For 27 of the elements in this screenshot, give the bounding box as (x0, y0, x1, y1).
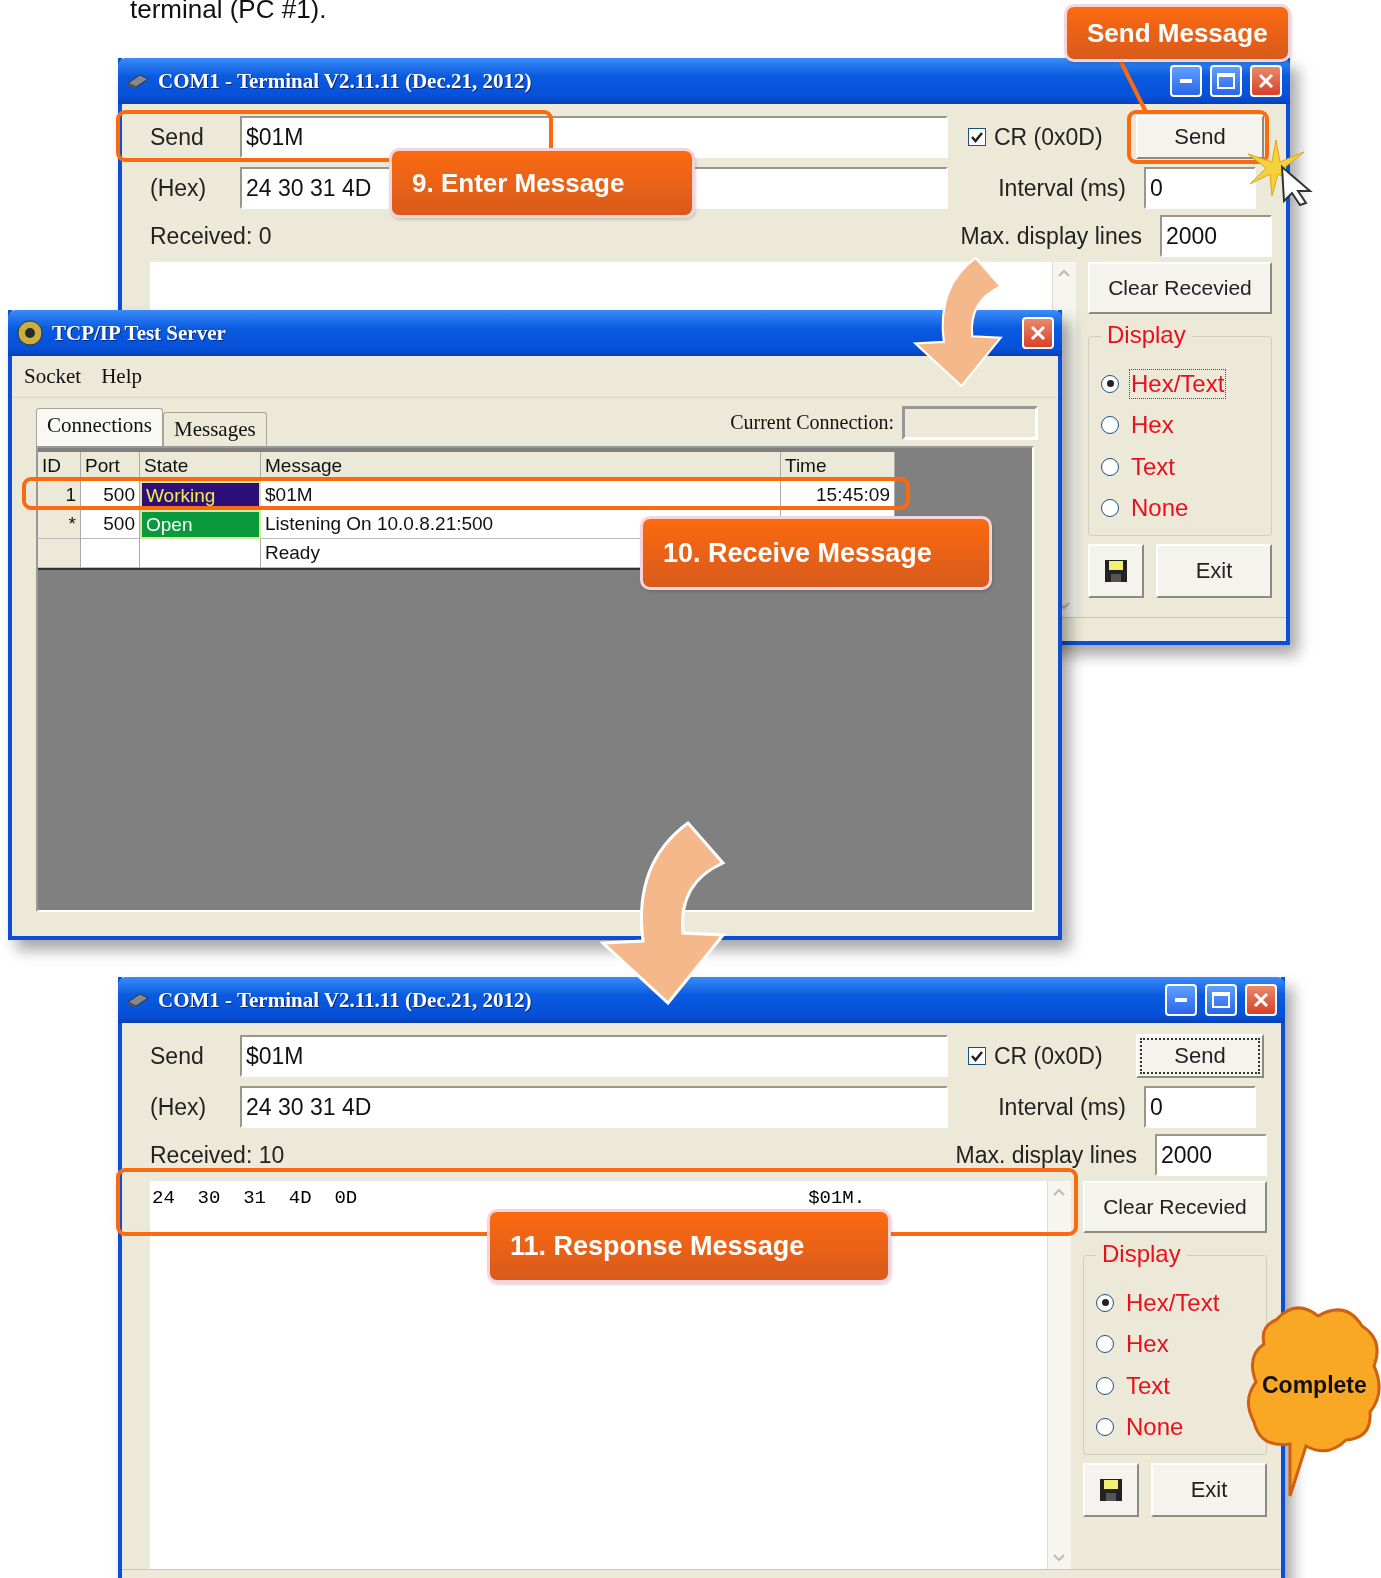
max-lines-label: Max. display lines (960, 222, 1142, 250)
interval-label: Interval (ms) (997, 1093, 1126, 1121)
caption-text: terminal (PC #1). (130, 0, 327, 22)
received-count: Received: 10 (150, 1141, 286, 1169)
step-tooltip: 9. Enter Message (389, 148, 695, 218)
complete-label: Complete (1262, 1372, 1367, 1399)
cr-label: CR (0x0D) (994, 1042, 1104, 1070)
received-hex: 24 30 31 4D 0D (152, 1187, 358, 1209)
table-cell: 500 (81, 510, 140, 539)
send-label: Send (150, 123, 205, 151)
step-tooltip: 10. Receive Message (640, 516, 992, 590)
received-text: $01M. (808, 1187, 866, 1209)
step-tooltip: Send Message (1064, 4, 1291, 62)
step-tooltip: 11. Response Message (487, 1209, 891, 1283)
hex-label: (Hex) (150, 1093, 208, 1121)
status-cell: Open (140, 510, 261, 539)
window-title: COM1 - Terminal V2.11.11 (Dec.21, 2012) (158, 987, 533, 1013)
hex-label: (Hex) (150, 174, 208, 202)
send-label: Send (150, 1042, 205, 1070)
table-cell: * (38, 510, 81, 539)
window-title: TCP/IP Test Server (52, 320, 227, 346)
received-count: Received: 0 (150, 222, 273, 250)
interval-label: Interval (ms) (997, 174, 1126, 202)
current-connection-label: Current Connection: (730, 411, 894, 434)
max-lines-label: Max. display lines (955, 1141, 1137, 1169)
window-title: COM1 - Terminal V2.11.11 (Dec.21, 2012) (158, 68, 533, 94)
cr-label: CR (0x0D) (994, 123, 1104, 151)
